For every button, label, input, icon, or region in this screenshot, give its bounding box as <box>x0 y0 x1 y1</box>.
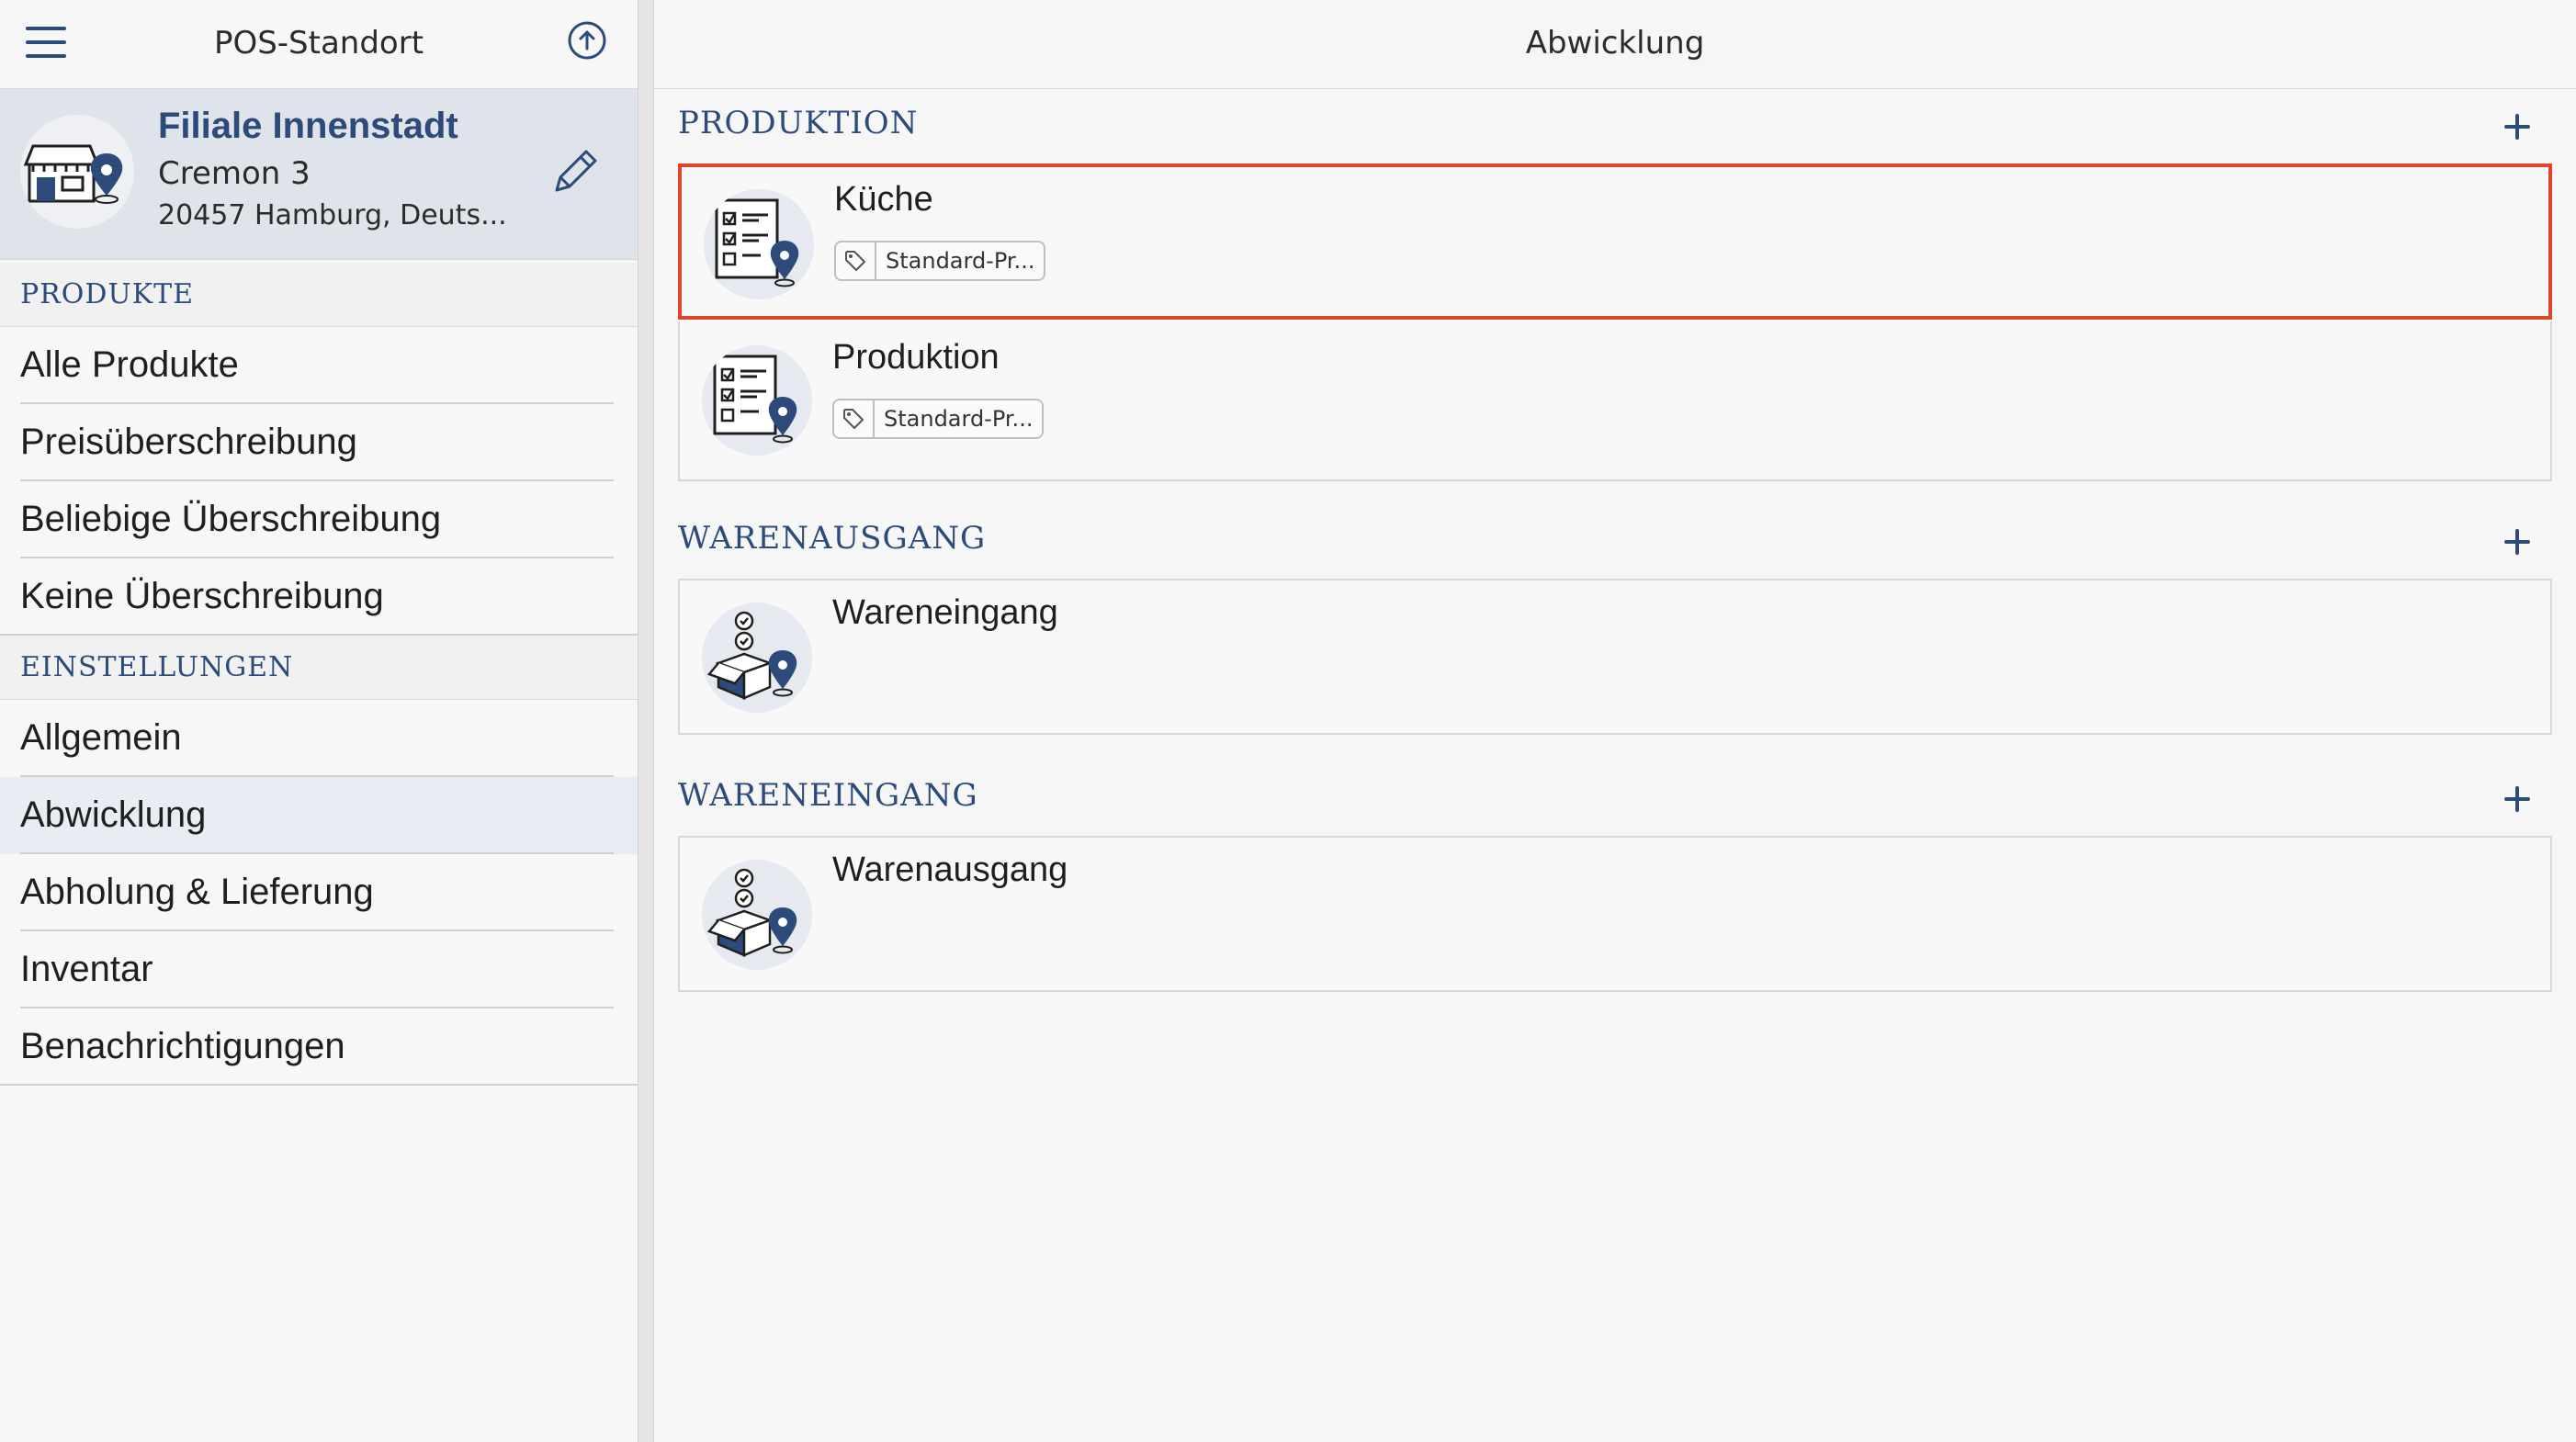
list-item-warenausgang[interactable]: Warenausgang <box>678 836 2552 992</box>
page-title: Abwicklung <box>654 0 2576 89</box>
tag-icon <box>834 400 875 437</box>
sidebar-item-preisueberschreibung[interactable]: Preisüberschreibung <box>0 404 638 481</box>
add-wareneingang-button[interactable] <box>2495 777 2539 821</box>
store-street: Cremon 3 <box>158 155 311 192</box>
item-title: Wareneingang <box>832 593 1058 632</box>
sidebar-item-keine-ueberschreibung[interactable]: Keine Überschreibung <box>0 558 638 636</box>
item-title: Produktion <box>832 338 1000 377</box>
sidebar-item-beliebige-ueberschreibung[interactable]: Beliebige Überschreibung <box>0 481 638 558</box>
section-header-produkte: PRODUKTE <box>0 263 638 327</box>
store-card[interactable]: Filiale Innenstadt Cremon 3 20457 Hambur… <box>0 89 638 260</box>
add-produktion-button[interactable] <box>2495 105 2539 149</box>
checklist-location-icon <box>704 189 814 299</box>
main-panel: Abwicklung PRODUKTION Küche Standard-Pr.… <box>654 0 2576 1442</box>
tag-label: Standard-Pr... <box>886 248 1035 274</box>
group-title-warenausgang: WARENAUSGANG <box>678 520 987 557</box>
upload-icon[interactable] <box>567 20 607 61</box>
profile-tag: Standard-Pr... <box>834 241 1046 281</box>
sidebar-title: POS-Standort <box>213 25 424 62</box>
store-city: 20457 Hamburg, Deuts... <box>158 199 507 231</box>
list-item-kueche[interactable]: Küche Standard-Pr... <box>678 163 2552 320</box>
group-title-produktion: PRODUKTION <box>678 105 919 141</box>
box-location-icon <box>702 603 812 713</box>
sidebar-header: POS-Standort <box>0 0 638 89</box>
sidebar-item-alle-produkte[interactable]: Alle Produkte <box>0 327 638 404</box>
checklist-location-icon <box>702 345 812 456</box>
sidebar: POS-Standort Filiale Innenstadt Cremon 3… <box>0 0 638 1442</box>
list-item-wareneingang[interactable]: Wareneingang <box>678 579 2552 735</box>
pane-divider[interactable] <box>638 0 654 1442</box>
sidebar-item-abholung-lieferung[interactable]: Abholung & Lieferung <box>0 854 638 931</box>
item-title: Küche <box>834 180 933 219</box>
sidebar-item-abwicklung[interactable]: Abwicklung <box>0 777 638 854</box>
profile-tag: Standard-Pr... <box>832 399 1045 439</box>
sidebar-item-allgemein[interactable]: Allgemein <box>0 700 638 777</box>
group-title-wareneingang: WARENEINGANG <box>678 777 978 814</box>
tag-label: Standard-Pr... <box>884 406 1034 432</box>
sidebar-item-inventar[interactable]: Inventar <box>0 931 638 1008</box>
edit-pencil-icon[interactable] <box>548 144 603 199</box>
store-name: Filiale Innenstadt <box>158 106 458 146</box>
add-warenausgang-button[interactable] <box>2495 520 2539 564</box>
item-title: Warenausgang <box>832 851 1068 889</box>
box-location-icon <box>702 860 812 970</box>
sidebar-item-benachrichtigungen[interactable]: Benachrichtigungen <box>0 1008 638 1086</box>
section-header-einstellungen: EINSTELLUNGEN <box>0 636 638 700</box>
tag-icon <box>836 242 876 279</box>
list-item-produktion[interactable]: Produktion Standard-Pr... <box>678 321 2552 481</box>
store-location-icon <box>20 115 134 229</box>
